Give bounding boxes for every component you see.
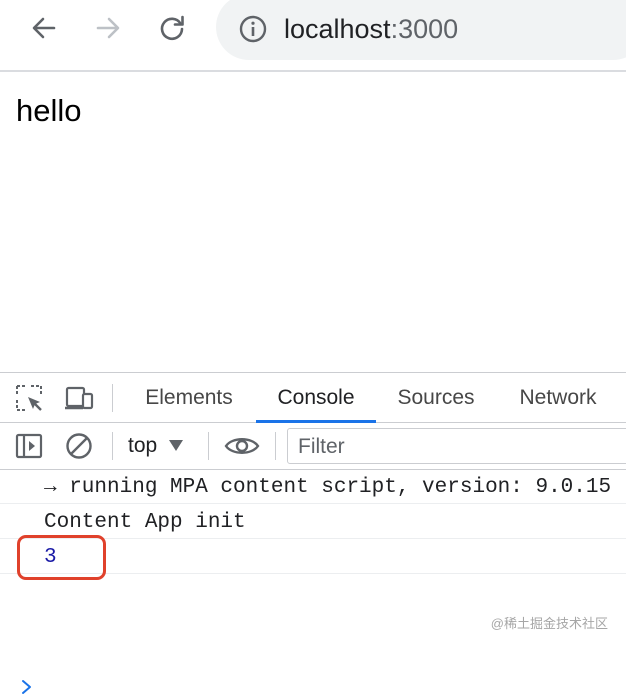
url-text: localhost:3000 (284, 12, 458, 46)
url-host: localhost (284, 14, 391, 44)
address-bar[interactable]: localhost:3000 (216, 0, 626, 60)
eye-icon (224, 438, 260, 454)
device-icon (65, 386, 94, 410)
console-message-text: Content App init (44, 511, 246, 534)
console-toolbar: top (0, 423, 626, 470)
console-message: → running MPA content script, version: 9… (0, 470, 626, 504)
toolbar-divider-2 (208, 432, 209, 460)
device-toolbar-button[interactable] (64, 383, 94, 413)
triangle-down-icon (169, 440, 184, 451)
devtools-panel: Elements Console Sources Network top Fil… (0, 372, 626, 694)
tabbar-divider (112, 384, 113, 412)
tab-sources[interactable]: Sources (384, 373, 488, 422)
inspect-element-button[interactable] (14, 383, 44, 413)
context-selector[interactable]: top (128, 429, 184, 463)
arrow-left-icon (32, 17, 56, 39)
console-message-text: → running MPA content script, version: 9… (44, 476, 612, 499)
reload-button[interactable] (152, 8, 192, 48)
filter-input[interactable] (296, 433, 620, 461)
console-prompt-icon[interactable] (20, 678, 34, 696)
reload-icon (160, 15, 184, 41)
show-sidebar-button[interactable] (14, 431, 44, 461)
filter-box (287, 428, 626, 464)
annotation-highlight-box (17, 535, 106, 580)
tab-console[interactable]: Console (256, 373, 376, 423)
devtools-tabbar: Elements Console Sources Network (0, 373, 626, 423)
tab-elements[interactable]: Elements (130, 373, 248, 422)
clear-console-button[interactable] (64, 431, 94, 461)
watermark: @稀土掘金技术社区 (490, 616, 608, 631)
clear-icon (66, 433, 92, 459)
browser-toolbar: localhost:3000 (0, 0, 626, 72)
sidebar-toggle-icon (15, 433, 43, 459)
console-message: Content App init (0, 505, 626, 539)
arrow-right-icon (96, 17, 120, 39)
context-label: top (128, 434, 158, 457)
toolbar-divider (112, 432, 113, 460)
page-body-text: hello (16, 93, 82, 128)
info-icon[interactable] (238, 14, 268, 44)
tab-network[interactable]: Network (504, 373, 612, 422)
forward-button[interactable] (88, 8, 128, 48)
back-button[interactable] (24, 8, 64, 48)
url-port: :3000 (390, 14, 459, 44)
toolbar-divider-3 (275, 432, 276, 460)
live-expression-button[interactable] (224, 431, 260, 461)
inspect-icon (16, 385, 42, 411)
